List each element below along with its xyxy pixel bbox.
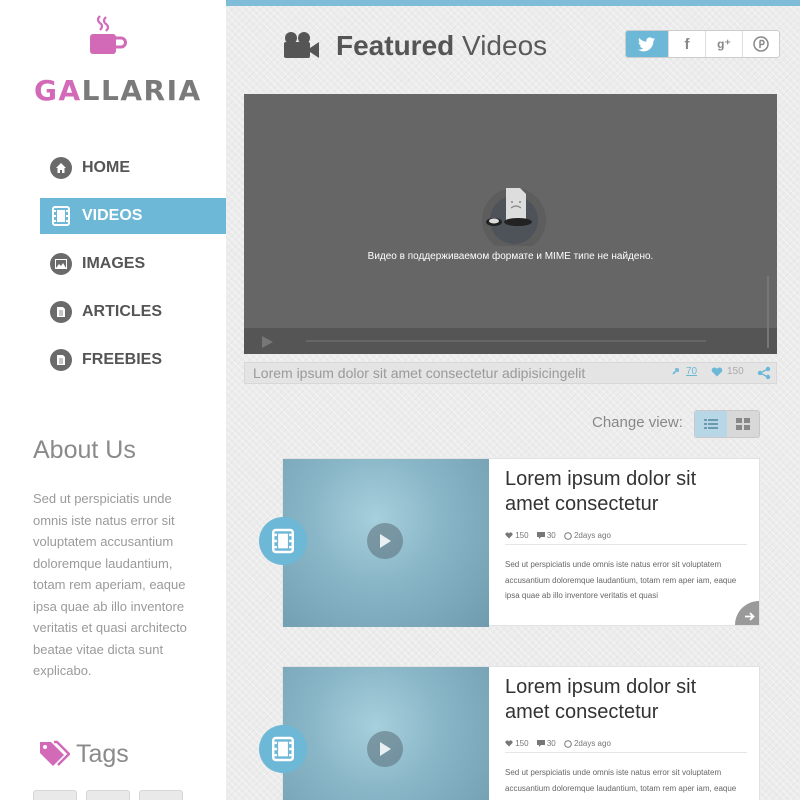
- logo-text: LLARIA: [81, 74, 202, 107]
- play-icon[interactable]: [262, 336, 273, 348]
- about-text: Sed ut perspiciatis unde omnis iste natu…: [33, 491, 187, 678]
- document-icon: [50, 349, 72, 371]
- nav-item-articles[interactable]: ARTICLES: [40, 294, 226, 330]
- broken-file-icon: [482, 188, 546, 246]
- list-view-icon[interactable]: [695, 411, 727, 437]
- video-camera-icon: [284, 32, 319, 58]
- nav-label: FREEBIES: [82, 351, 163, 368]
- date-meta: 2days ago: [563, 531, 611, 540]
- change-view-label: Change view:: [592, 414, 683, 431]
- twitter-icon[interactable]: [626, 31, 668, 57]
- facebook-icon[interactable]: f: [668, 31, 705, 57]
- page-title-bold: Featured: [336, 30, 455, 61]
- nav-label: HOME: [82, 159, 130, 176]
- main-content: Featured Videos f g⁺ Видео в поддерживае…: [226, 0, 800, 800]
- page-title: Featured Videos: [336, 30, 547, 62]
- nav-item-videos[interactable]: VIDEOS: [40, 198, 226, 234]
- social-buttons: f g⁺: [625, 30, 780, 58]
- nav-item-images[interactable]: IMAGES: [40, 246, 226, 282]
- likes-count: 150: [515, 531, 529, 540]
- google-plus-glyph: g⁺: [717, 37, 731, 51]
- coffee-cup-icon: [90, 15, 127, 54]
- comments-count: 30: [546, 739, 556, 748]
- comments-meta: 30: [536, 531, 556, 540]
- play-icon[interactable]: [367, 523, 403, 559]
- likes-meta: 150: [505, 739, 529, 748]
- video-thumbnail[interactable]: [283, 459, 489, 627]
- play-icon[interactable]: [367, 731, 403, 767]
- sidebar: GALLARIA HOME VIDEOS IMAGES ARTICLES FRE…: [0, 0, 226, 800]
- facebook-glyph: f: [684, 35, 690, 53]
- share-icon[interactable]: [757, 366, 771, 380]
- image-icon: [50, 253, 72, 275]
- video-meta: 150 30 2days ago: [505, 735, 747, 753]
- film-icon: [259, 517, 307, 565]
- video-date: 2days ago: [573, 739, 611, 748]
- grid-view-icon[interactable]: [727, 411, 759, 437]
- pinterest-icon[interactable]: [742, 31, 779, 57]
- document-icon: [50, 301, 72, 323]
- film-icon: [50, 205, 72, 227]
- likes-count: 150: [727, 366, 744, 377]
- video-player[interactable]: Видео в поддерживаемом формате и MIME ти…: [244, 94, 777, 354]
- page-title-rest: Videos: [454, 30, 548, 61]
- player-controls: [244, 276, 777, 354]
- arrow-right-icon[interactable]: [735, 601, 759, 625]
- nav-item-freebies[interactable]: FREEBIES: [40, 342, 226, 378]
- video-thumbnail[interactable]: [283, 667, 489, 800]
- view-toggle: [694, 410, 760, 438]
- video-card[interactable]: Lorem ipsum dolor sit amet consectetur 1…: [259, 666, 760, 800]
- comments-meta: 30: [536, 739, 556, 748]
- video-description: Sed ut perspiciatis unde omnis iste natu…: [505, 560, 737, 600]
- tags-title: Tags: [76, 740, 129, 768]
- heart-icon: [711, 366, 723, 376]
- top-accent-bar: [226, 0, 800, 6]
- tag-chip[interactable]: [33, 790, 77, 800]
- tag-chip[interactable]: [139, 790, 183, 800]
- seek-bar[interactable]: [306, 340, 706, 342]
- nav-item-home[interactable]: HOME: [40, 150, 226, 186]
- video-caption-bar: Lorem ipsum dolor sit amet consectetur a…: [244, 362, 777, 384]
- link-icon: [672, 367, 679, 375]
- video-date: 2days ago: [573, 531, 611, 540]
- google-plus-icon[interactable]: g⁺: [705, 31, 742, 57]
- video-title[interactable]: Lorem ipsum dolor sit amet consectetur: [505, 675, 745, 725]
- film-icon: [259, 725, 307, 773]
- home-icon: [50, 157, 72, 179]
- player-error-message: Видео в поддерживаемом формате и MIME ти…: [367, 251, 654, 262]
- video-description: Sed ut perspiciatis unde omnis iste natu…: [505, 768, 737, 800]
- nav-label: VIDEOS: [82, 207, 143, 224]
- nav-label: ARTICLES: [82, 303, 162, 320]
- volume-slider[interactable]: [767, 276, 769, 348]
- likes-count: 150: [515, 739, 529, 748]
- date-meta: 2days ago: [563, 739, 611, 748]
- main-nav: HOME VIDEOS IMAGES ARTICLES FREEBIES: [40, 150, 226, 390]
- video-card[interactable]: Lorem ipsum dolor sit amet consectetur 1…: [259, 458, 760, 627]
- video-caption: Lorem ipsum dolor sit amet consectetur a…: [253, 365, 586, 381]
- likes-stat[interactable]: 150: [711, 366, 744, 377]
- video-meta: 150 30 2days ago: [505, 527, 747, 545]
- tags-icon: [40, 740, 70, 766]
- logo-accent: GA: [34, 74, 82, 107]
- about-title: About Us: [33, 436, 136, 464]
- comments-count: 30: [546, 531, 556, 540]
- site-logo[interactable]: GALLARIA: [34, 74, 202, 107]
- links-stat[interactable]: 70: [671, 366, 697, 377]
- likes-meta: 150: [505, 531, 529, 540]
- nav-label: IMAGES: [82, 255, 146, 272]
- links-count: 70: [686, 366, 698, 377]
- tag-chip[interactable]: [86, 790, 130, 800]
- video-title[interactable]: Lorem ipsum dolor sit amet consectetur: [505, 467, 745, 517]
